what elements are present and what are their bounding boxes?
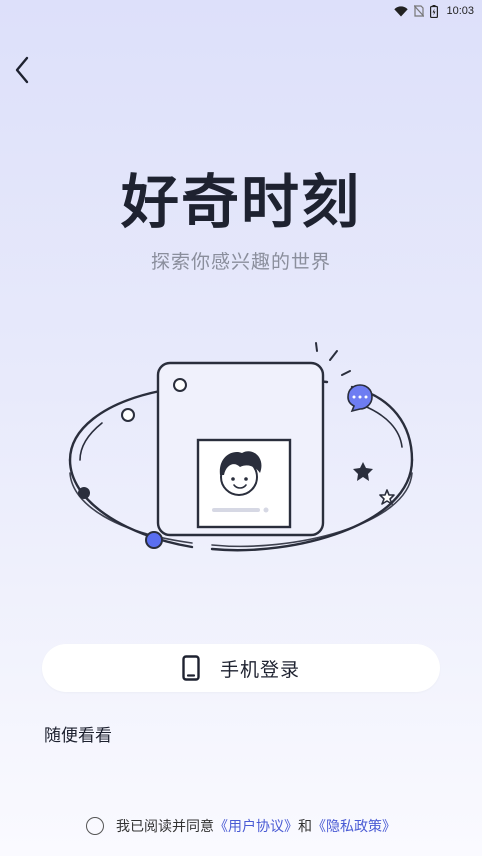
phone-login-label: 手机登录 (219, 658, 300, 681)
battery-icon (430, 4, 439, 18)
back-button[interactable] (6, 52, 38, 88)
phone-login-button[interactable]: 手机登录 (42, 644, 440, 692)
agreement-row: 我已阅读并同意 《用户协议》 和 《隐私政策》 (0, 814, 482, 838)
app-title: 好奇时刻 (120, 168, 361, 236)
wifi-icon (394, 5, 409, 16)
browse-guest-link[interactable]: 随便看看 (44, 721, 112, 746)
chevron-left-icon (15, 56, 29, 84)
privacy-policy-link[interactable]: 《隐私政策》 (312, 816, 396, 836)
agreement-prefix: 我已阅读并同意 (116, 819, 214, 835)
status-time: 10:03 (446, 5, 474, 17)
user-agreement-link[interactable]: 《用户协议》 (214, 816, 298, 836)
phone-icon (182, 655, 200, 681)
agreement-conjunction: 和 (298, 819, 312, 835)
app-subtitle: 探索你感兴趣的世界 (150, 251, 331, 273)
no-sim-icon (414, 5, 425, 17)
status-bar: 10:03 (0, 0, 482, 22)
avatar-orbit-illustration (68, 342, 414, 552)
agreement-checkbox[interactable] (86, 817, 104, 835)
